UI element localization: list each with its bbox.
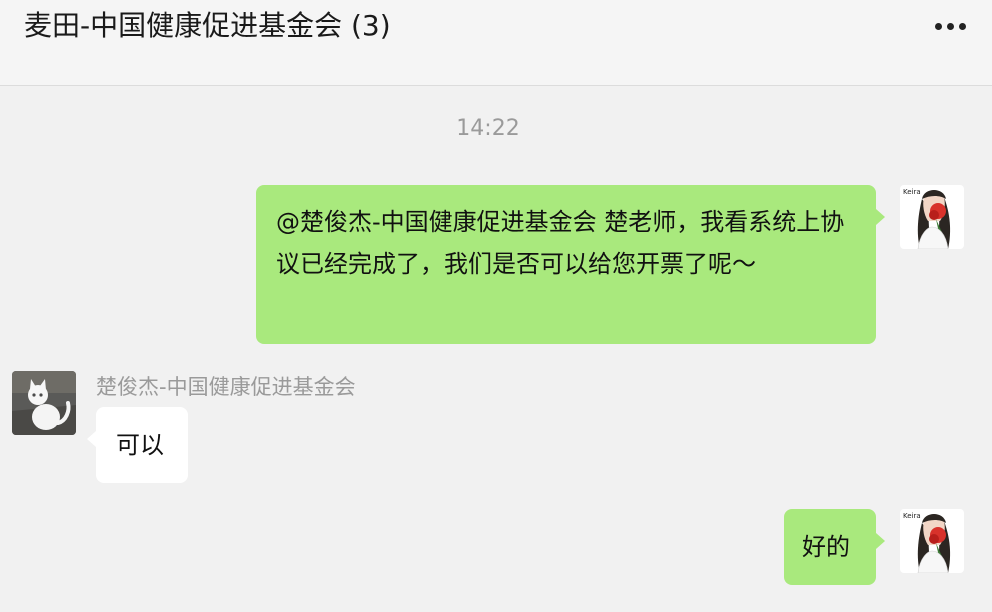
outgoing-message-bubble[interactable]: @楚俊杰-中国健康促进基金会 楚老师，我看系统上协议已经完成了，我们是否可以给您… [256, 185, 885, 344]
chat-header: 麦田-中国健康促进基金会 (3) [0, 0, 992, 86]
outgoing-message-bubble[interactable]: 好的 [784, 509, 885, 585]
cat-avatar-image [12, 371, 76, 435]
more-icon[interactable] [926, 12, 974, 40]
message-timestamp: 14:22 [456, 116, 520, 141]
message-text: 可以 [116, 431, 164, 459]
avatar-illustration: Keira [900, 185, 964, 249]
my-avatar[interactable]: Keira [900, 509, 964, 573]
svg-text:Keira: Keira [903, 512, 921, 520]
message-text: @楚俊杰-中国健康促进基金会 楚老师，我看系统上协议已经完成了，我们是否可以给您… [276, 208, 845, 278]
chat-window: 麦田-中国健康促进基金会 (3) 14:22 @楚俊杰-中国健康促进基金会 楚老… [0, 0, 992, 612]
svg-text:Keira: Keira [903, 188, 921, 196]
avatar-illustration: Keira [900, 509, 964, 573]
incoming-message-bubble[interactable]: 可以 [87, 407, 188, 483]
chat-title: 麦田-中国健康促进基金会 (3) [24, 9, 391, 42]
sender-avatar[interactable] [12, 371, 76, 435]
my-avatar[interactable]: Keira [900, 185, 964, 249]
sender-name: 楚俊杰-中国健康促进基金会 [96, 375, 356, 399]
message-text: 好的 [802, 533, 850, 561]
